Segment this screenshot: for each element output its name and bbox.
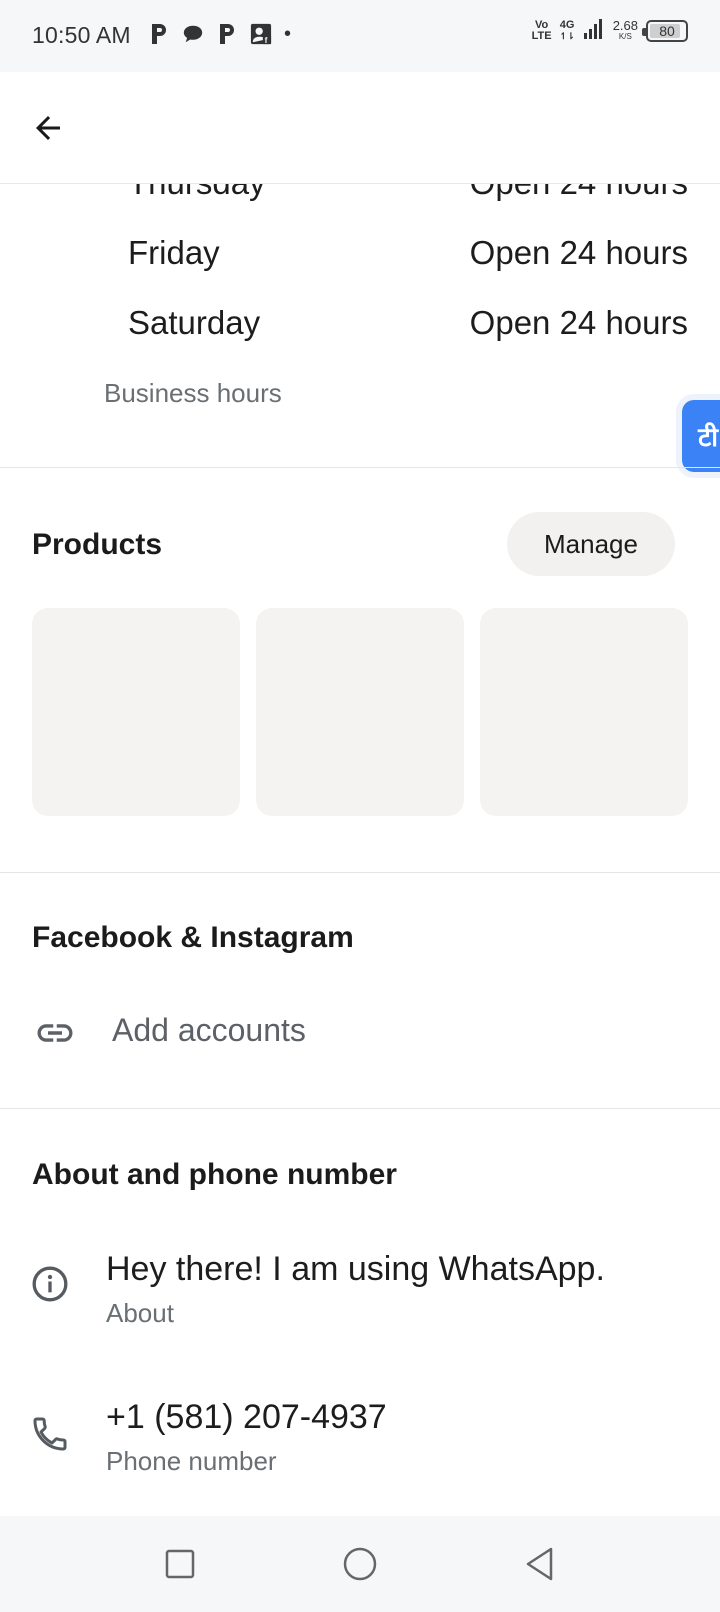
notification-icons: f •: [148, 20, 291, 48]
products-title: Products: [32, 528, 163, 561]
phone-number-caption: Phone number: [106, 1446, 277, 1476]
square-icon: [165, 1549, 195, 1579]
hours-day: Friday: [128, 234, 220, 271]
parking-icon: [216, 20, 238, 48]
social-accounts-title: Facebook & Instagram: [32, 921, 354, 954]
svg-text:f: f: [265, 36, 268, 45]
add-accounts-label: Add accounts: [112, 1012, 306, 1048]
home-button[interactable]: [336, 1540, 384, 1588]
system-nav-bar: [0, 1516, 720, 1612]
chat-bubble-icon: [182, 20, 204, 48]
about-text: Hey there! I am using WhatsApp.: [106, 1250, 605, 1288]
back-nav-button[interactable]: [516, 1540, 564, 1588]
translate-icon: टी: [698, 422, 718, 452]
arrow-back-icon: [36, 116, 60, 140]
circle-icon: [343, 1547, 377, 1581]
status-time: 10:50 AM: [32, 22, 131, 48]
divider: [0, 1108, 720, 1109]
hours-value: Open 24 hours: [469, 234, 688, 271]
status-right: Vo LTE 4G ↿⇂ 2.68 K/S 80: [532, 18, 688, 43]
hours-row: Friday Open 24 hours: [128, 234, 688, 274]
status-bar: 10:50 AM f • Vo LTE 4G ↿⇂ 2.68 K/S 80: [0, 0, 720, 72]
hours-day: Saturday: [128, 304, 261, 341]
product-tile[interactable]: [480, 608, 688, 816]
divider: [0, 467, 720, 468]
facebook-contact-icon: f: [250, 20, 272, 48]
parking-icon: [148, 20, 170, 48]
info-icon: [32, 1266, 68, 1302]
about-row[interactable]: Hey there! I am using WhatsApp. About: [0, 1244, 720, 1344]
app-bar: [0, 72, 720, 184]
triangle-back-icon: [526, 1547, 553, 1581]
product-tile[interactable]: [32, 608, 240, 816]
recents-button[interactable]: [156, 1540, 204, 1588]
business-hours-caption: Business hours: [104, 378, 282, 408]
hours-row: Saturday Open 24 hours: [128, 304, 688, 344]
about-section-title: About and phone number: [32, 1158, 397, 1191]
back-button[interactable]: [24, 104, 72, 152]
add-accounts-row[interactable]: Add accounts: [0, 1000, 720, 1064]
hours-value: Open 24 hours: [469, 304, 688, 341]
translate-floating-button[interactable]: टी: [682, 400, 720, 472]
link-icon: [37, 1024, 73, 1042]
network-type: 4G ↿⇂: [559, 18, 575, 41]
phone-number-text: +1 (581) 207-4937: [106, 1398, 387, 1436]
phone-row[interactable]: +1 (581) 207-4937 Phone number: [0, 1392, 720, 1492]
phone-icon: [33, 1417, 67, 1451]
volte-indicator: Vo LTE: [531, 18, 552, 42]
divider: [0, 872, 720, 873]
battery-icon: 80: [642, 19, 688, 42]
signal-icon: [583, 18, 605, 43]
about-caption: About: [106, 1298, 174, 1328]
product-tiles: [32, 608, 688, 816]
notification-dot: •: [284, 22, 292, 45]
network-speed: 2.68 K/S: [612, 17, 638, 41]
product-tile[interactable]: [256, 608, 464, 816]
manage-products-button[interactable]: Manage: [507, 512, 675, 576]
